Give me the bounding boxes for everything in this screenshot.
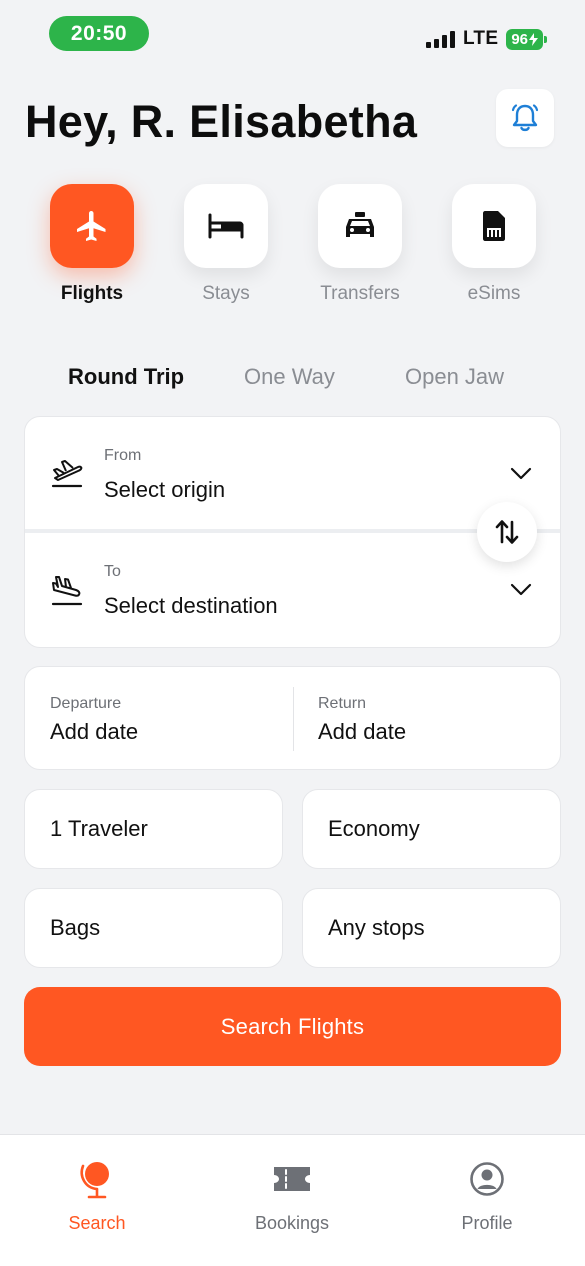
destination-label: To: [104, 563, 121, 580]
notifications-button[interactable]: [496, 89, 554, 147]
airplane-icon: [77, 211, 106, 241]
category-transfers[interactable]: Transfers: [317, 184, 403, 305]
charging-bolt-icon: [529, 32, 538, 46]
origin-value: Select origin: [104, 477, 226, 502]
swap-arrows-icon: [495, 520, 519, 544]
globe-icon: [27, 1159, 167, 1199]
departure-date-field[interactable]: Departure Add date: [50, 695, 138, 745]
nav-label: Bookings: [254, 1213, 330, 1233]
tab-round-trip[interactable]: Round Trip: [68, 364, 184, 390]
return-label: Return: [318, 695, 367, 712]
sim-card-icon: [483, 211, 505, 241]
category-flights[interactable]: Flights: [49, 184, 135, 305]
origin-field[interactable]: From Select origin: [25, 417, 560, 529]
stops-selector[interactable]: Any stops: [302, 888, 561, 968]
landing-icon: [51, 576, 83, 606]
bell-icon: [511, 104, 539, 132]
tab-open-jaw[interactable]: Open Jaw: [405, 364, 504, 390]
destination-field[interactable]: To Select destination: [25, 533, 560, 645]
signal-icon: [425, 30, 455, 48]
cabin-class-selector[interactable]: Economy: [302, 789, 561, 869]
category-label: Stays: [202, 283, 250, 304]
category-esims[interactable]: eSims: [451, 184, 537, 305]
ticket-icon: [222, 1159, 362, 1199]
category-flights-tile[interactable]: [50, 184, 134, 268]
origin-label: From: [104, 447, 142, 464]
chevron-down-icon[interactable]: [510, 583, 532, 597]
return-date-field[interactable]: Return Add date: [318, 695, 406, 745]
category-label: Transfers: [320, 283, 400, 304]
swap-route-button[interactable]: [477, 502, 537, 562]
category-stays-tile[interactable]: [184, 184, 268, 268]
destination-value: Select destination: [104, 593, 278, 618]
category-esims-tile[interactable]: [452, 184, 536, 268]
category-stays[interactable]: Stays: [183, 184, 269, 305]
category-transfers-tile[interactable]: [318, 184, 402, 268]
nav-label: Profile: [461, 1213, 513, 1233]
search-flights-button[interactable]: Search Flights: [24, 987, 561, 1066]
status-indicators: LTE 96: [425, 26, 547, 52]
return-value: Add date: [318, 719, 407, 744]
category-label: eSims: [467, 283, 521, 304]
battery-icon: 96: [506, 28, 547, 50]
network-type: LTE: [462, 28, 499, 49]
bags-selector[interactable]: Bags: [24, 888, 283, 968]
profile-icon: [417, 1159, 557, 1199]
battery-level: 96: [511, 30, 528, 48]
nav-profile[interactable]: Profile: [417, 1159, 557, 1234]
nav-search[interactable]: Search: [27, 1159, 167, 1234]
greeting-title: Hey, R. Elisabetha: [25, 96, 418, 147]
nav-label: Search: [68, 1213, 126, 1233]
departure-label: Departure: [50, 695, 122, 712]
takeoff-icon: [51, 460, 83, 488]
tab-one-way[interactable]: One Way: [244, 364, 335, 390]
bed-icon: [208, 213, 244, 239]
status-time: 20:50: [49, 16, 149, 51]
nav-bookings[interactable]: Bookings: [222, 1159, 362, 1234]
dates-card: Departure Add date Return Add date: [24, 666, 561, 770]
taxi-icon: [346, 212, 374, 237]
bottom-nav: Search Bookings Profile: [0, 1134, 585, 1266]
travelers-selector[interactable]: 1 Traveler: [24, 789, 283, 869]
chevron-down-icon[interactable]: [510, 467, 532, 481]
departure-value: Add date: [50, 719, 139, 744]
category-label: Flights: [60, 283, 124, 304]
date-divider: [293, 687, 294, 751]
